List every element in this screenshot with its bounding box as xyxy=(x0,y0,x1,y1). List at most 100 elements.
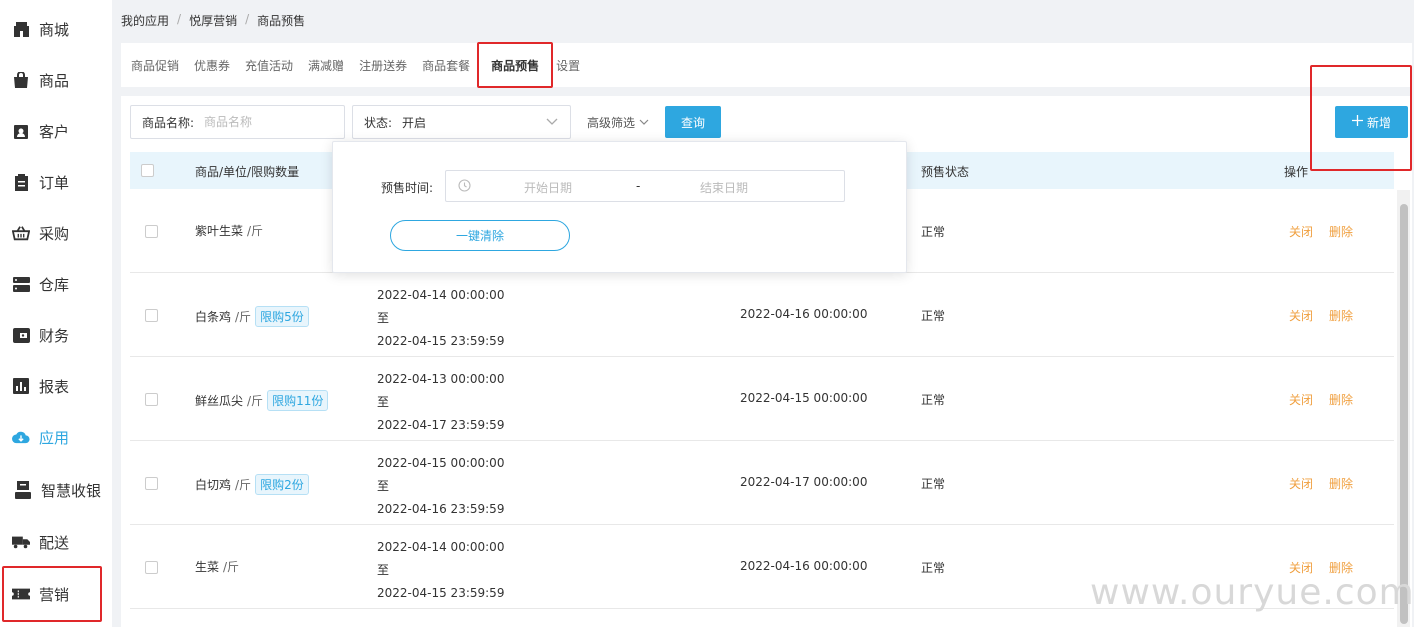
delete-button[interactable]: 删除 xyxy=(1329,391,1353,408)
chevron-down-icon xyxy=(546,115,558,130)
presale-state: 正常 xyxy=(921,561,946,575)
row-checkbox[interactable] xyxy=(145,561,158,577)
scrollbar[interactable] xyxy=(1397,190,1410,627)
product-unit: /斤 xyxy=(247,224,264,238)
product-unit: /斤 xyxy=(247,394,264,408)
sidebar-item-apps[interactable]: 应用 xyxy=(0,415,112,459)
tab-coupon[interactable]: 优惠券 xyxy=(194,43,230,87)
row-actions: 关闭 删除 xyxy=(1289,223,1353,240)
date-range-picker[interactable]: 开始日期 - 结束日期 xyxy=(445,170,845,202)
sidebar-item-delivery[interactable]: 配送 xyxy=(0,520,112,564)
tab-presale[interactable]: 商品预售 xyxy=(477,42,554,88)
tab-settings[interactable]: 设置 xyxy=(556,43,580,87)
presale-period: 2022-04-15 00:00:00 至 2022-04-16 23:59:5… xyxy=(377,452,504,521)
query-button[interactable]: 查询 xyxy=(665,106,721,138)
period-to: 至 xyxy=(377,563,390,577)
delete-button[interactable]: 删除 xyxy=(1329,307,1353,324)
presale-state: 正常 xyxy=(921,309,946,323)
period-start: 2022-04-13 00:00:00 xyxy=(377,372,505,386)
end-date-input[interactable]: 结束日期 xyxy=(700,179,748,196)
column-header-state: 预售状态 xyxy=(921,165,970,179)
delivery-time: 2022-04-15 00:00:00 xyxy=(740,391,868,405)
advanced-filter-label: 高级筛选 xyxy=(587,116,636,130)
row-actions: 关闭 删除 xyxy=(1289,475,1353,492)
close-button[interactable]: 关闭 xyxy=(1289,223,1313,240)
period-end: 2022-04-17 23:59:59 xyxy=(377,418,505,432)
select-all-checkbox[interactable] xyxy=(141,164,154,180)
close-button[interactable]: 关闭 xyxy=(1289,307,1313,324)
product-name-filter: 商品名称: xyxy=(130,105,345,139)
close-button[interactable]: 关闭 xyxy=(1289,475,1313,492)
status-value: 开启 xyxy=(402,115,427,130)
breadcrumb-item-current: 商品预售 xyxy=(257,14,306,28)
start-date-input[interactable]: 开始日期 xyxy=(524,179,572,196)
sidebar-item-label: 商品 xyxy=(39,71,70,90)
presale-state: 正常 xyxy=(921,393,946,407)
table-row: 白切鸡 /斤 限购2份 2022-04-15 00:00:00 至 2022-0… xyxy=(130,441,1394,525)
clear-all-button[interactable]: 一键清除 xyxy=(390,220,570,251)
breadcrumb-item[interactable]: 我的应用 xyxy=(121,12,169,29)
close-button[interactable]: 关闭 xyxy=(1289,391,1313,408)
bag-icon xyxy=(12,71,30,89)
product-name-input[interactable] xyxy=(204,115,315,129)
tab-recharge[interactable]: 充值活动 xyxy=(245,43,293,87)
sidebar-item-warehouse[interactable]: 仓库 xyxy=(0,262,112,306)
sidebar-item-label: 配送 xyxy=(39,533,70,552)
delivery-time: 2022-04-16 00:00:00 xyxy=(740,559,868,573)
cashier-icon xyxy=(14,481,32,499)
row-checkbox[interactable] xyxy=(145,225,158,241)
tab-full-reduction[interactable]: 满减赠 xyxy=(308,43,344,87)
period-start: 2022-04-14 00:00:00 xyxy=(377,540,505,554)
sidebar-item-store[interactable]: 商城 xyxy=(0,7,112,51)
presale-period: 2022-04-14 00:00:00 至 2022-04-15 23:59:5… xyxy=(377,536,504,605)
row-checkbox[interactable] xyxy=(145,477,158,493)
status-select[interactable]: 状态: 开启 xyxy=(352,105,571,139)
sidebar-item-label: 客户 xyxy=(39,122,70,141)
truck-icon xyxy=(12,533,30,551)
watermark: www.ouryue.com xyxy=(1090,572,1414,613)
product-unit: /斤 xyxy=(235,310,252,324)
sidebar-item-label: 营销 xyxy=(39,585,70,604)
store-icon xyxy=(12,20,30,38)
row-checkbox[interactable] xyxy=(145,309,158,325)
row-actions: 关闭 删除 xyxy=(1289,391,1353,408)
product-cell: 白条鸡 /斤 限购5份 xyxy=(195,306,309,327)
product-cell: 紫叶生菜 /斤 xyxy=(195,222,263,239)
sidebar-item-orders[interactable]: 订单 xyxy=(0,160,112,204)
sidebar: 商城 商品 客户 订单 采购 仓库 财务 报表 应用 智慧收银 配送 营销 xyxy=(0,0,112,627)
chevron-down-icon xyxy=(639,116,649,130)
basket-icon xyxy=(12,224,30,242)
date-range-separator: - xyxy=(636,179,641,193)
sidebar-item-label: 订单 xyxy=(39,173,70,192)
breadcrumb-item[interactable]: 悦厚营销 xyxy=(189,12,237,29)
tab-register-coupon[interactable]: 注册送券 xyxy=(359,43,407,87)
delete-button[interactable]: 删除 xyxy=(1329,223,1353,240)
row-checkbox[interactable] xyxy=(145,393,158,409)
product-cell: 白切鸡 /斤 限购2份 xyxy=(195,474,309,495)
sidebar-item-purchase[interactable]: 采购 xyxy=(0,211,112,255)
sidebar-item-finance[interactable]: 财务 xyxy=(0,313,112,357)
sidebar-item-customer[interactable]: 客户 xyxy=(0,109,112,153)
sidebar-item-goods[interactable]: 商品 xyxy=(0,58,112,102)
delivery-time: 2022-04-16 00:00:00 xyxy=(740,307,868,321)
ticket-icon xyxy=(12,585,30,603)
product-cell: 生菜 /斤 xyxy=(195,558,239,575)
product-name-label: 商品名称: xyxy=(142,115,195,130)
tab-promotion[interactable]: 商品促销 xyxy=(131,43,179,87)
product-name: 生菜 xyxy=(195,560,220,574)
presale-time-label: 预售时间: xyxy=(381,181,434,195)
sidebar-item-reports[interactable]: 报表 xyxy=(0,364,112,408)
sidebar-item-cashier[interactable]: 智慧收银 xyxy=(0,468,112,512)
tab-package[interactable]: 商品套餐 xyxy=(422,43,470,87)
scrollbar-thumb[interactable] xyxy=(1400,204,1408,624)
sidebar-item-label: 仓库 xyxy=(39,275,70,294)
sidebar-item-marketing[interactable]: 营销 xyxy=(2,566,102,622)
breadcrumb: 我的应用 / 悦厚营销 / 商品预售 xyxy=(121,12,305,29)
id-card-icon xyxy=(12,122,30,140)
period-to: 至 xyxy=(377,479,390,493)
advanced-filter-popover: 预售时间: 开始日期 - 结束日期 一键清除 xyxy=(332,141,907,273)
delete-button[interactable]: 删除 xyxy=(1329,475,1353,492)
period-start: 2022-04-14 00:00:00 xyxy=(377,288,505,302)
advanced-filter-toggle[interactable]: 高级筛选 xyxy=(587,114,649,131)
period-end: 2022-04-15 23:59:59 xyxy=(377,586,505,600)
